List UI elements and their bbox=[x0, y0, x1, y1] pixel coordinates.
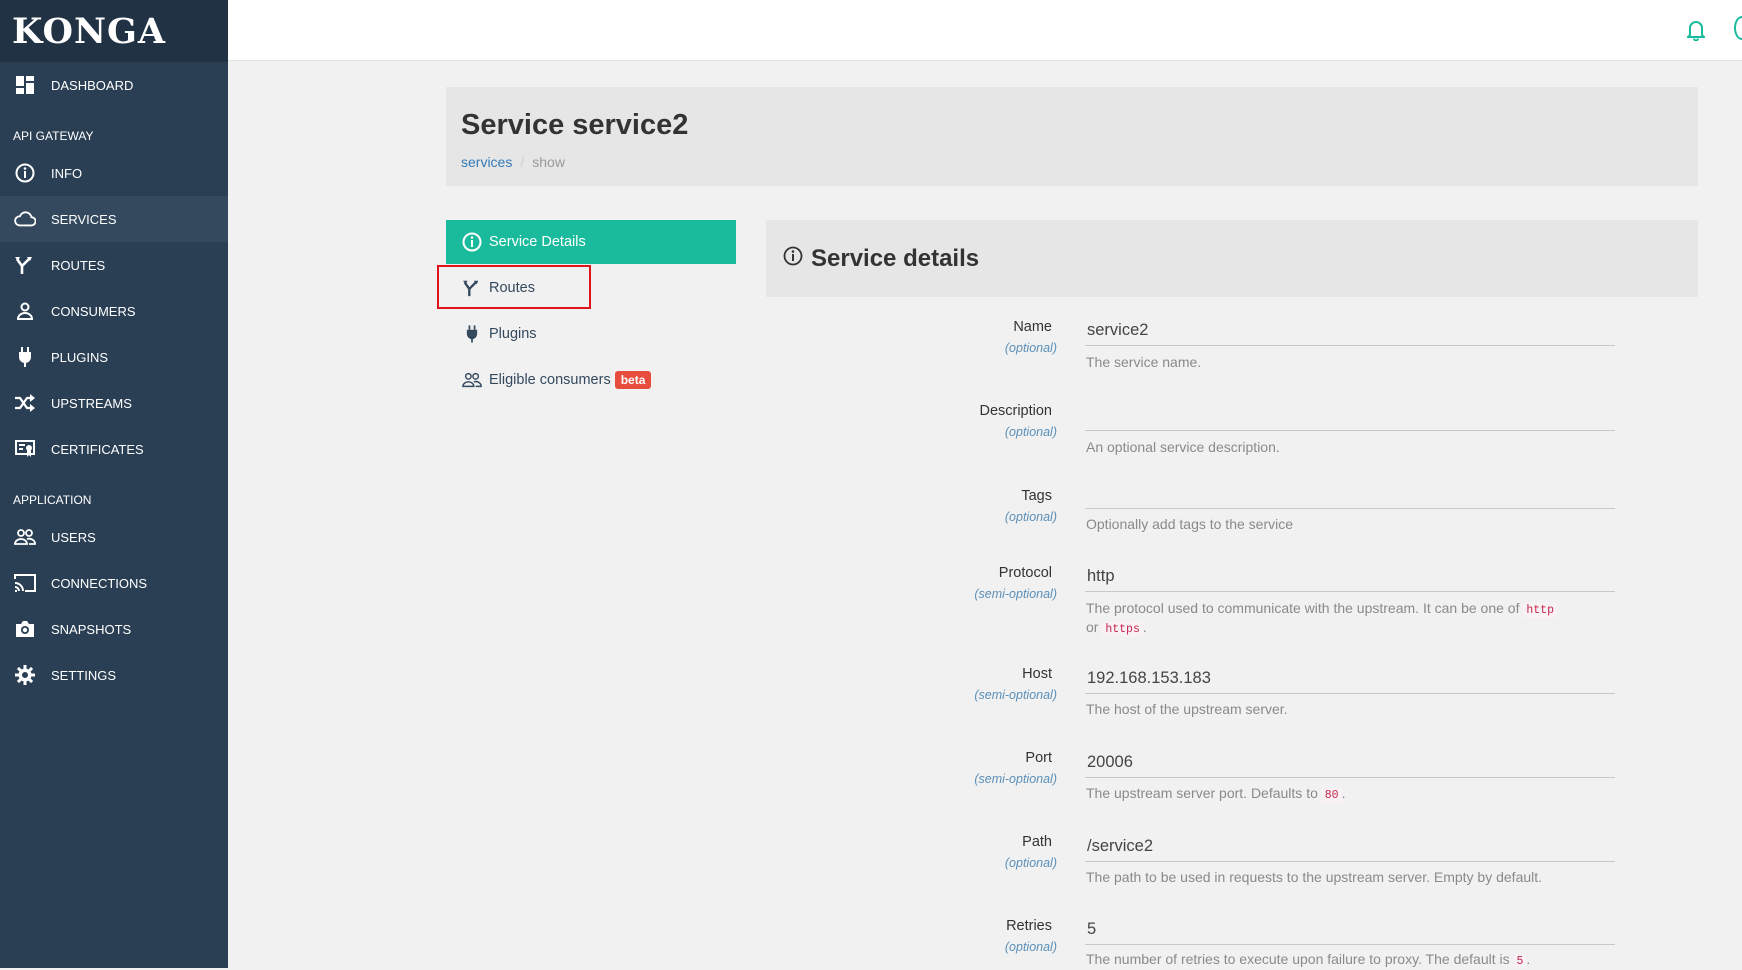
tab-eligible-consumers[interactable]: Eligible consumers beta bbox=[446, 358, 736, 402]
tags-input[interactable] bbox=[1085, 479, 1615, 509]
breadcrumb-separator: / bbox=[520, 154, 525, 170]
name-label: Name bbox=[1013, 319, 1052, 335]
section-api-gateway: API GATEWAY bbox=[13, 129, 94, 143]
name-input[interactable] bbox=[1085, 316, 1615, 346]
sidebar-item-label: USERS bbox=[51, 529, 96, 545]
camera-icon bbox=[14, 618, 36, 640]
sidebar-item-routes[interactable]: ROUTES bbox=[0, 242, 228, 288]
name-help: The service name. bbox=[1086, 354, 1202, 370]
path-qualifier: (optional) bbox=[1004, 856, 1057, 870]
retries-input[interactable] bbox=[1085, 915, 1615, 945]
tab-service-details[interactable]: Service Details bbox=[446, 220, 736, 264]
cast-icon bbox=[14, 572, 36, 594]
description-input[interactable] bbox=[1085, 401, 1615, 431]
details-header: Service details bbox=[766, 220, 1698, 297]
host-input[interactable] bbox=[1085, 664, 1615, 694]
retries-qualifier: (optional) bbox=[1004, 940, 1057, 954]
brand-logo[interactable]: KONGA bbox=[0, 0, 228, 62]
tab-label: Service Details bbox=[489, 234, 586, 250]
path-input[interactable] bbox=[1085, 832, 1615, 862]
sidebar-item-label: CERTIFICATES bbox=[51, 441, 144, 457]
retries-label: Retries bbox=[1006, 918, 1052, 934]
description-help: An optional service description. bbox=[1086, 439, 1280, 455]
path-label: Path bbox=[1022, 834, 1052, 850]
sidebar: KONGA DASHBOARD API GATEWAY INFO SERVICE… bbox=[0, 0, 228, 968]
sidebar-item-consumers[interactable]: CONSUMERS bbox=[0, 288, 228, 334]
plug-icon bbox=[14, 346, 36, 368]
dashboard-icon bbox=[14, 74, 36, 96]
sidebar-item-certificates[interactable]: CERTIFICATES bbox=[0, 426, 228, 472]
sidebar-item-label: ROUTES bbox=[51, 257, 106, 273]
sidebar-item-dashboard[interactable]: DASHBOARD bbox=[0, 62, 228, 108]
cloud-icon bbox=[14, 208, 36, 230]
beta-badge: beta bbox=[614, 371, 652, 389]
details-title: Service details bbox=[811, 244, 980, 272]
breadcrumb: services / show bbox=[461, 154, 565, 170]
sidebar-item-label: INFO bbox=[51, 165, 83, 181]
user-menu-icon[interactable] bbox=[1734, 16, 1742, 40]
sidebar-item-settings[interactable]: SETTINGS bbox=[0, 652, 228, 698]
port-label: Port bbox=[1025, 750, 1052, 766]
name-qualifier: (optional) bbox=[1004, 341, 1057, 355]
code-retries-default: 5 bbox=[1513, 954, 1527, 969]
tab-label: Plugins bbox=[489, 326, 537, 342]
sidebar-item-label: DASHBOARD bbox=[51, 77, 134, 93]
user-icon bbox=[14, 300, 36, 322]
sidebar-item-snapshots[interactable]: SNAPSHOTS bbox=[0, 606, 228, 652]
info-icon bbox=[783, 246, 803, 271]
sidebar-item-services[interactable]: SERVICES bbox=[0, 196, 228, 242]
users-icon bbox=[462, 372, 482, 388]
tags-qualifier: (optional) bbox=[1004, 510, 1057, 524]
section-application: APPLICATION bbox=[13, 493, 92, 507]
page-header: Service service2 services / show bbox=[446, 87, 1698, 186]
sidebar-item-plugins[interactable]: PLUGINS bbox=[0, 334, 228, 380]
host-label: Host bbox=[1022, 666, 1052, 682]
sidebar-item-connections[interactable]: CONNECTIONS bbox=[0, 560, 228, 606]
sidebar-item-label: UPSTREAMS bbox=[51, 395, 132, 411]
port-help: The upstream server port. Defaults to 80… bbox=[1086, 785, 1346, 803]
shuffle-icon bbox=[14, 392, 36, 414]
highlight-box bbox=[437, 265, 591, 309]
sidebar-item-label: SERVICES bbox=[51, 211, 117, 227]
certificate-icon bbox=[14, 438, 36, 460]
sidebar-item-label: CONNECTIONS bbox=[51, 575, 148, 591]
sidebar-item-info[interactable]: INFO bbox=[0, 150, 228, 196]
info-icon bbox=[14, 162, 36, 184]
sidebar-item-label: SNAPSHOTS bbox=[51, 621, 132, 637]
protocol-input[interactable] bbox=[1085, 562, 1615, 592]
gear-icon bbox=[14, 664, 36, 686]
sidebar-item-label: CONSUMERS bbox=[51, 303, 136, 319]
port-input[interactable] bbox=[1085, 748, 1615, 778]
sidebar-item-label: SETTINGS bbox=[51, 667, 117, 683]
sidebar-item-users[interactable]: USERS bbox=[0, 514, 228, 560]
protocol-label: Protocol bbox=[998, 565, 1052, 581]
tags-label: Tags bbox=[1021, 488, 1052, 504]
code-http: http bbox=[1523, 603, 1557, 618]
tags-help: Optionally add tags to the service bbox=[1086, 516, 1294, 532]
routes-icon bbox=[14, 254, 36, 276]
port-qualifier: (semi-optional) bbox=[974, 772, 1057, 786]
protocol-qualifier: (semi-optional) bbox=[974, 587, 1057, 601]
retries-help: The number of retries to execute upon fa… bbox=[1086, 951, 1531, 969]
page-title: Service service2 bbox=[461, 109, 689, 141]
tab-label: Eligible consumers bbox=[489, 372, 611, 388]
code-https: https bbox=[1102, 622, 1143, 637]
description-qualifier: (optional) bbox=[1004, 425, 1057, 439]
code-port-default: 80 bbox=[1321, 788, 1342, 803]
plug-icon bbox=[462, 325, 482, 343]
host-help: The host of the upstream server. bbox=[1086, 701, 1288, 717]
host-qualifier: (semi-optional) bbox=[974, 688, 1057, 702]
tab-plugins[interactable]: Plugins bbox=[446, 312, 736, 356]
users-icon bbox=[14, 526, 36, 548]
info-icon bbox=[462, 232, 482, 252]
sidebar-item-label: PLUGINS bbox=[51, 349, 109, 365]
bell-icon[interactable] bbox=[1685, 19, 1707, 46]
description-label: Description bbox=[979, 403, 1052, 419]
path-help: The path to be used in requests to the u… bbox=[1086, 869, 1543, 885]
breadcrumb-current: show bbox=[532, 154, 565, 170]
topbar bbox=[228, 0, 1742, 61]
breadcrumb-link-services[interactable]: services bbox=[461, 154, 512, 170]
protocol-help: The protocol used to communicate with th… bbox=[1086, 600, 1626, 638]
sidebar-item-upstreams[interactable]: UPSTREAMS bbox=[0, 380, 228, 426]
